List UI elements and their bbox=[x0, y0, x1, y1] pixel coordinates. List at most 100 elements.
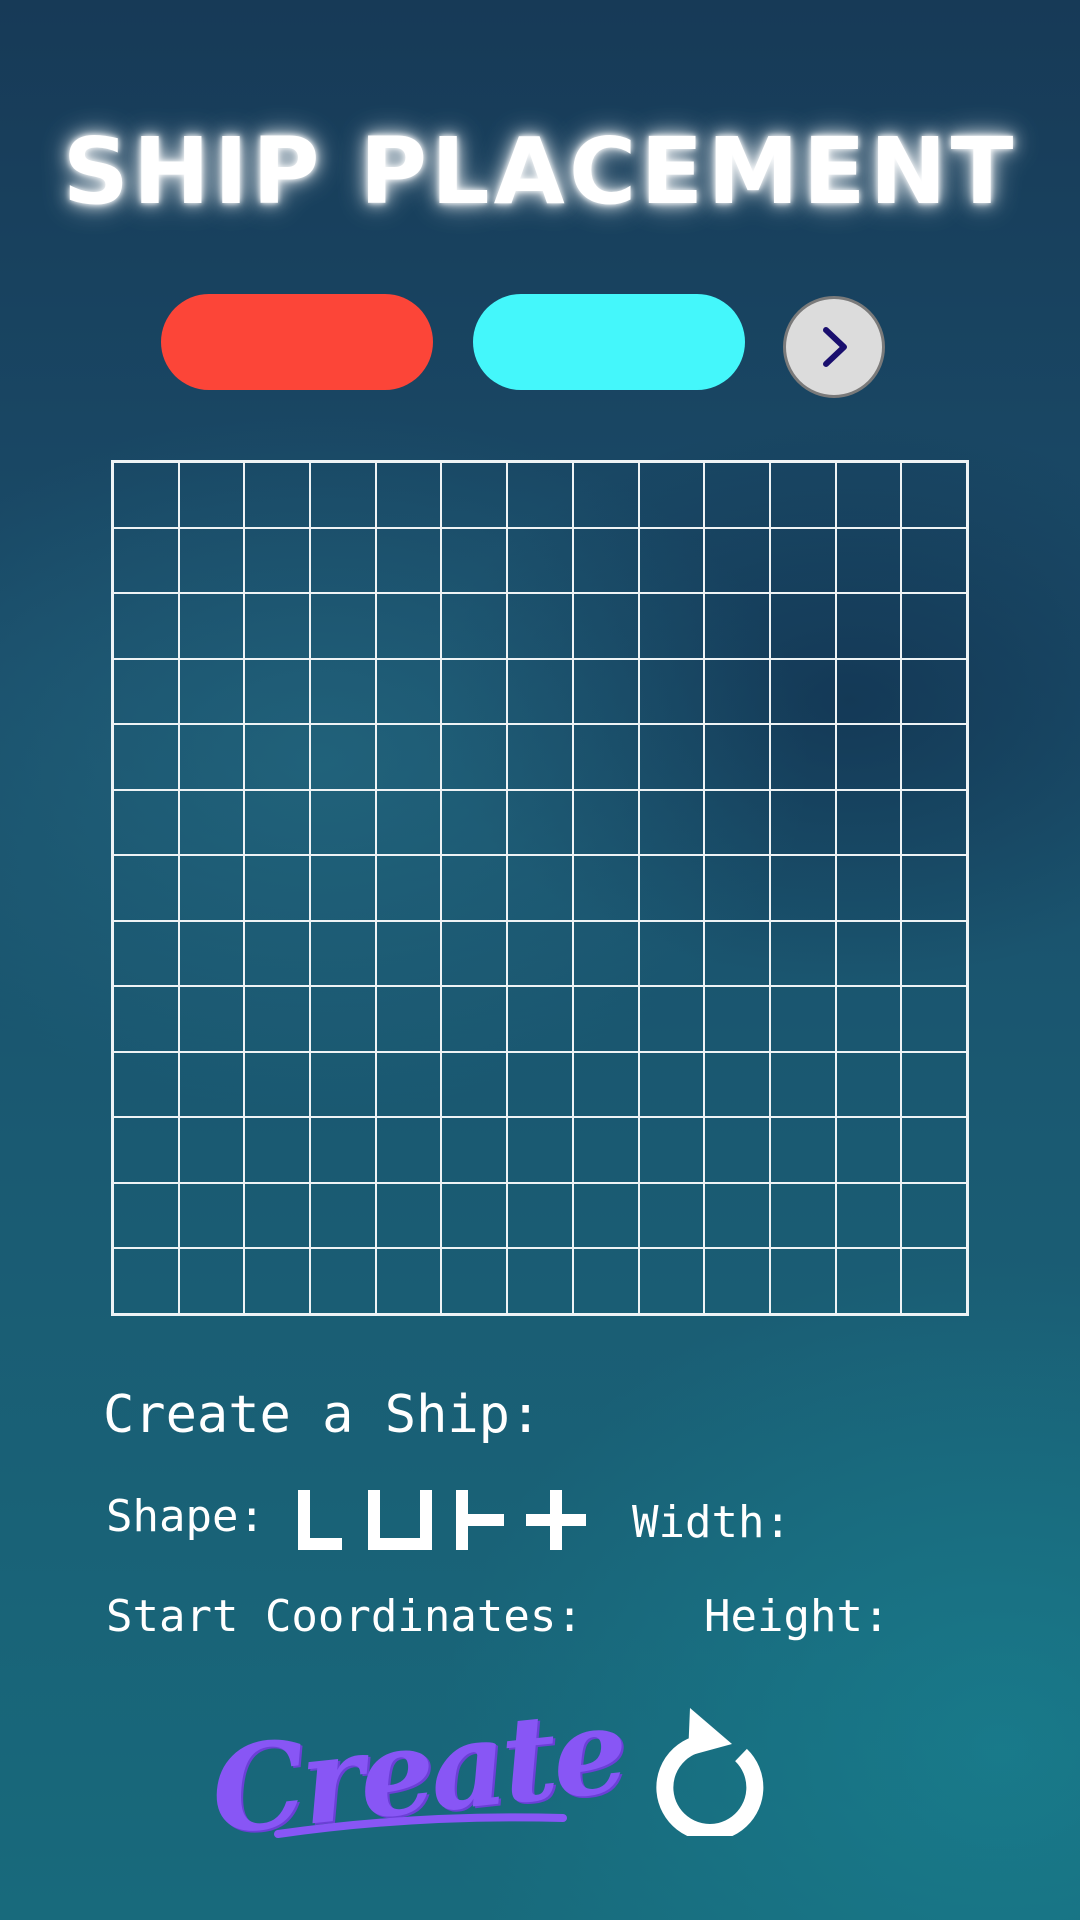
grid-cell[interactable] bbox=[900, 723, 968, 791]
grid-cell[interactable] bbox=[571, 592, 640, 660]
grid-cell[interactable] bbox=[571, 854, 640, 922]
grid-cell[interactable] bbox=[243, 723, 312, 791]
grid-cell[interactable] bbox=[703, 985, 771, 1053]
grid-cell[interactable] bbox=[177, 526, 246, 595]
grid-cell[interactable] bbox=[703, 854, 771, 922]
grid-cell[interactable] bbox=[834, 723, 903, 791]
grid-cell[interactable] bbox=[571, 1116, 640, 1184]
grid-cell[interactable] bbox=[243, 1050, 312, 1119]
grid-cell[interactable] bbox=[112, 854, 180, 922]
grid-cell[interactable] bbox=[637, 919, 706, 988]
grid-cell[interactable] bbox=[768, 461, 837, 529]
grid-cell[interactable] bbox=[243, 657, 312, 726]
grid-cell[interactable] bbox=[309, 1116, 377, 1184]
grid-cell[interactable] bbox=[177, 788, 246, 857]
grid-cell[interactable] bbox=[177, 1116, 246, 1184]
grid-cell[interactable] bbox=[571, 526, 640, 595]
grid-cell[interactable] bbox=[900, 1181, 968, 1250]
grid-cell[interactable] bbox=[309, 1247, 377, 1315]
grid-cell[interactable] bbox=[768, 985, 837, 1053]
grid-cell[interactable] bbox=[374, 723, 443, 791]
refresh-icon[interactable] bbox=[648, 1700, 764, 1836]
grid-cell[interactable] bbox=[834, 1116, 903, 1184]
grid-cell[interactable] bbox=[703, 1247, 771, 1315]
grid-cell[interactable] bbox=[900, 788, 968, 857]
grid-cell[interactable] bbox=[900, 854, 968, 922]
create-button[interactable]: Create bbox=[205, 1679, 630, 1860]
t-shape-icon[interactable] bbox=[456, 1490, 504, 1550]
grid-cell[interactable] bbox=[112, 1247, 180, 1315]
grid-cell[interactable] bbox=[900, 461, 968, 529]
grid-cell[interactable] bbox=[703, 1181, 771, 1250]
grid-cell[interactable] bbox=[703, 461, 771, 529]
grid-cell[interactable] bbox=[177, 592, 246, 660]
grid-cell[interactable] bbox=[834, 854, 903, 922]
grid-cell[interactable] bbox=[506, 657, 574, 726]
grid-cell[interactable] bbox=[506, 1247, 574, 1315]
grid-cell[interactable] bbox=[834, 788, 903, 857]
grid-cell[interactable] bbox=[768, 723, 837, 791]
grid-cell[interactable] bbox=[112, 526, 180, 595]
grid-cell[interactable] bbox=[506, 592, 574, 660]
grid-cell[interactable] bbox=[440, 1116, 509, 1184]
grid-cell[interactable] bbox=[637, 723, 706, 791]
grid-cell[interactable] bbox=[374, 919, 443, 988]
grid-cell[interactable] bbox=[506, 1050, 574, 1119]
grid-cell[interactable] bbox=[900, 1247, 968, 1315]
player-one-button[interactable] bbox=[161, 294, 433, 390]
grid-cell[interactable] bbox=[440, 592, 509, 660]
grid-cell[interactable] bbox=[177, 1247, 246, 1315]
grid-cell[interactable] bbox=[374, 657, 443, 726]
grid-cell[interactable] bbox=[374, 1247, 443, 1315]
grid-cell[interactable] bbox=[112, 1050, 180, 1119]
grid-cell[interactable] bbox=[112, 657, 180, 726]
grid-cell[interactable] bbox=[440, 526, 509, 595]
grid-cell[interactable] bbox=[243, 919, 312, 988]
grid-cell[interactable] bbox=[243, 854, 312, 922]
grid-cell[interactable] bbox=[177, 461, 246, 529]
grid-cell[interactable] bbox=[571, 985, 640, 1053]
grid-cell[interactable] bbox=[112, 592, 180, 660]
grid-cell[interactable] bbox=[177, 854, 246, 922]
grid-cell[interactable] bbox=[768, 592, 837, 660]
grid-cell[interactable] bbox=[374, 1050, 443, 1119]
grid-cell[interactable] bbox=[834, 919, 903, 988]
grid-cell[interactable] bbox=[309, 854, 377, 922]
grid-cell[interactable] bbox=[900, 985, 968, 1053]
grid-cell[interactable] bbox=[440, 985, 509, 1053]
grid-cell[interactable] bbox=[768, 1247, 837, 1315]
grid-cell[interactable] bbox=[243, 592, 312, 660]
grid-cell[interactable] bbox=[243, 788, 312, 857]
grid-cell[interactable] bbox=[703, 592, 771, 660]
grid-cell[interactable] bbox=[177, 723, 246, 791]
grid-cell[interactable] bbox=[440, 854, 509, 922]
grid-cell[interactable] bbox=[571, 461, 640, 529]
grid-cell[interactable] bbox=[768, 788, 837, 857]
grid-cell[interactable] bbox=[571, 919, 640, 988]
placement-grid[interactable] bbox=[111, 460, 969, 1316]
grid-cell[interactable] bbox=[834, 461, 903, 529]
grid-cell[interactable] bbox=[506, 526, 574, 595]
grid-cell[interactable] bbox=[834, 592, 903, 660]
grid-cell[interactable] bbox=[768, 854, 837, 922]
grid-cell[interactable] bbox=[571, 723, 640, 791]
l-shape-icon[interactable] bbox=[298, 1490, 342, 1550]
grid-cell[interactable] bbox=[177, 919, 246, 988]
grid-cell[interactable] bbox=[571, 657, 640, 726]
grid-cell[interactable] bbox=[112, 461, 180, 529]
grid-cell[interactable] bbox=[703, 657, 771, 726]
grid-cell[interactable] bbox=[637, 592, 706, 660]
grid-cell[interactable] bbox=[637, 985, 706, 1053]
grid-cell[interactable] bbox=[112, 1116, 180, 1184]
grid-cell[interactable] bbox=[703, 919, 771, 988]
grid-cell[interactable] bbox=[309, 461, 377, 529]
player-two-button[interactable] bbox=[473, 294, 745, 390]
grid-cell[interactable] bbox=[834, 985, 903, 1053]
grid-cell[interactable] bbox=[374, 526, 443, 595]
grid-cell[interactable] bbox=[703, 1050, 771, 1119]
grid-cell[interactable] bbox=[834, 1247, 903, 1315]
grid-cell[interactable] bbox=[309, 919, 377, 988]
grid-cell[interactable] bbox=[177, 1050, 246, 1119]
grid-cell[interactable] bbox=[374, 788, 443, 857]
grid-cell[interactable] bbox=[571, 1247, 640, 1315]
